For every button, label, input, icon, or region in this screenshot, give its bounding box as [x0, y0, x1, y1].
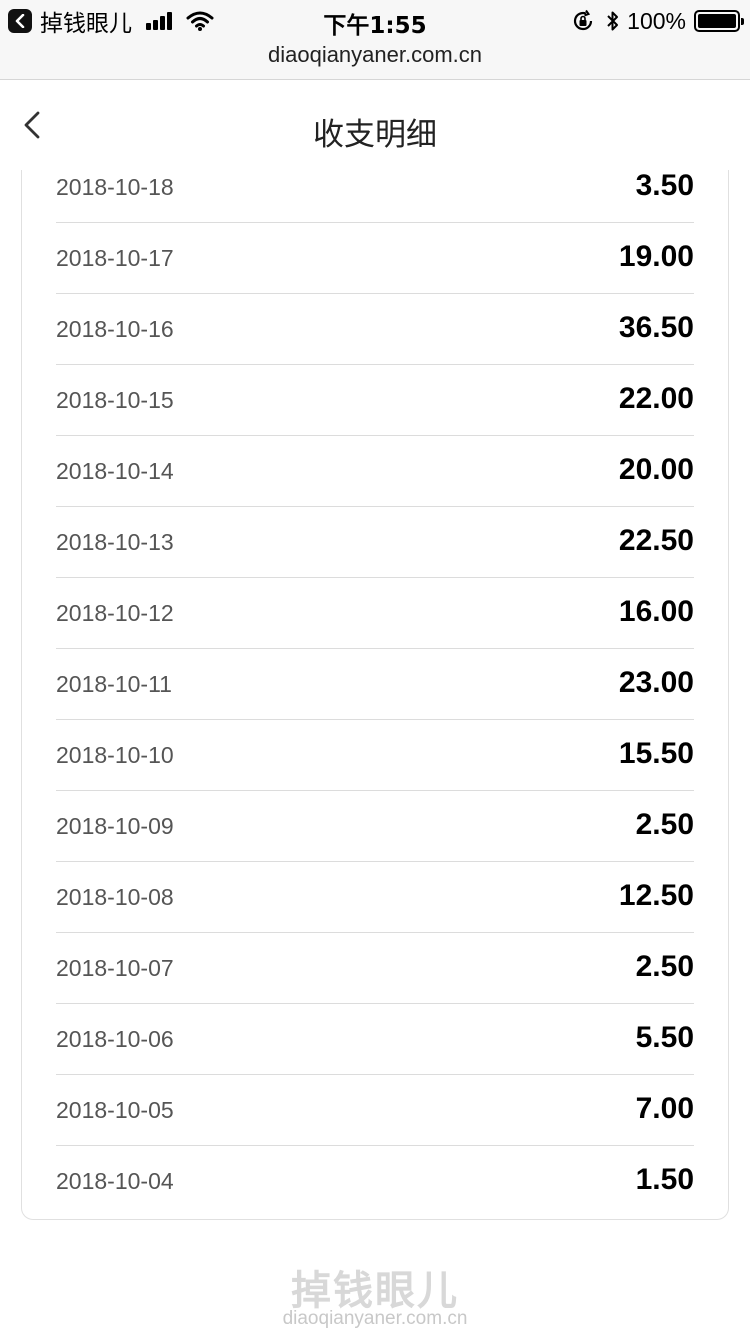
- transaction-row[interactable]: 2018-10-06 5.50: [56, 1004, 694, 1075]
- battery-icon: [694, 10, 744, 32]
- transaction-row[interactable]: 2018-10-13 22.50: [56, 507, 694, 578]
- bluetooth-icon: [607, 11, 619, 31]
- transaction-date: 2018-10-08: [56, 884, 174, 910]
- transaction-amount: 2.50: [635, 950, 694, 983]
- transaction-date: 2018-10-12: [56, 600, 174, 626]
- transaction-row[interactable]: 2018-10-12 16.00: [56, 578, 694, 649]
- transaction-row[interactable]: 2018-10-05 7.00: [56, 1075, 694, 1146]
- transaction-amount: 12.50: [618, 879, 694, 912]
- transaction-amount: 3.50: [635, 170, 694, 202]
- footer-url: diaoqianyaner.com.cn: [282, 1308, 468, 1329]
- battery-percentage: 100%: [627, 7, 686, 34]
- transaction-date: 2018-10-14: [56, 458, 174, 484]
- transaction-date: 2018-10-17: [56, 245, 174, 271]
- battery-level: [698, 14, 736, 28]
- transaction-list[interactable]: 2018-10-18 3.50 2018-10-17 19.00 2018-10-16 3…: [56, 170, 694, 1217]
- transaction-date: 2018-10-13: [56, 529, 174, 555]
- transaction-list-card: 2018-10-18 3.50 2018-10-17 19.00 2018-10-16 3…: [21, 170, 729, 1220]
- transaction-amount: 22.00: [618, 382, 694, 415]
- transaction-row[interactable]: 2018-10-07 2.50: [56, 933, 694, 1004]
- address-bar-url[interactable]: diaoqianyaner.com.cn: [0, 42, 750, 68]
- transaction-amount: 23.00: [618, 666, 694, 699]
- transaction-date: 2018-10-06: [56, 1026, 174, 1052]
- transaction-row[interactable]: 2018-10-17 19.00: [56, 223, 694, 294]
- transaction-date: 2018-10-07: [56, 955, 174, 981]
- transaction-date: 2018-10-05: [56, 1097, 174, 1123]
- status-bar: 掉钱眼儿 下午1:55 100% diaoqianyaner.com.cn: [0, 0, 750, 80]
- transaction-row[interactable]: 2018-10-14 20.00: [56, 436, 694, 507]
- transaction-row[interactable]: 2018-10-15 22.00: [56, 365, 694, 436]
- transaction-amount: 20.00: [618, 453, 694, 486]
- transaction-row[interactable]: 2018-10-10 15.50: [56, 720, 694, 791]
- transaction-date: 2018-10-11: [56, 671, 172, 697]
- nav-bar: 收支明细: [0, 81, 750, 177]
- orientation-lock-icon: [574, 9, 593, 31]
- transaction-row[interactable]: 2018-10-18 3.50: [56, 170, 694, 223]
- transaction-amount: 7.00: [635, 1092, 694, 1125]
- status-bar-right: 100%: [571, 6, 744, 36]
- transaction-row[interactable]: 2018-10-11 23.00: [56, 649, 694, 720]
- transaction-amount: 36.50: [618, 311, 694, 344]
- transaction-row[interactable]: 2018-10-08 12.50: [56, 862, 694, 933]
- transaction-amount: 5.50: [635, 1021, 694, 1054]
- transaction-row[interactable]: 2018-10-04 1.50: [56, 1146, 694, 1217]
- transaction-row[interactable]: 2018-10-09 2.50: [56, 791, 694, 862]
- transaction-amount: 1.50: [635, 1163, 694, 1196]
- transaction-date: 2018-10-04: [56, 1168, 174, 1194]
- transaction-date: 2018-10-18: [56, 174, 174, 200]
- transaction-amount: 22.50: [618, 524, 694, 557]
- transaction-row[interactable]: 2018-10-16 36.50: [56, 294, 694, 365]
- transaction-amount: 19.00: [618, 240, 694, 273]
- transaction-amount: 16.00: [618, 595, 694, 628]
- transaction-date: 2018-10-10: [56, 742, 174, 768]
- transaction-date: 2018-10-15: [56, 387, 174, 413]
- page-title: 收支明细: [313, 117, 437, 153]
- transaction-date: 2018-10-16: [56, 316, 174, 342]
- transaction-date: 2018-10-09: [56, 813, 174, 839]
- transaction-amount: 15.50: [618, 737, 694, 770]
- transaction-amount: 2.50: [635, 808, 694, 841]
